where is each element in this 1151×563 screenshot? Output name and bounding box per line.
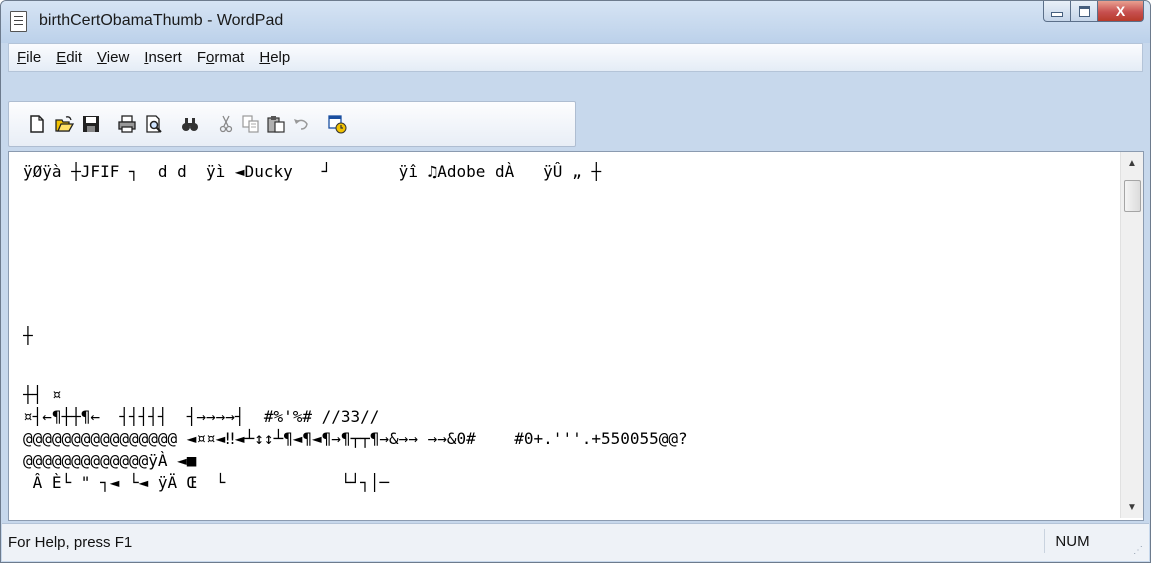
date-time-icon [328,115,347,134]
title-bar[interactable]: birthCertObamaThumb - WordPad X [1,1,1150,43]
menu-help[interactable]: Help [251,49,297,66]
minimize-button[interactable] [1043,1,1071,22]
scroll-up-icon[interactable]: ▲ [1121,152,1143,174]
open-button[interactable] [54,114,74,134]
print-preview-button[interactable] [144,114,164,134]
save-button[interactable] [81,114,101,134]
scroll-thumb[interactable] [1124,180,1141,212]
menu-edit[interactable]: Edit [48,49,89,66]
new-button[interactable] [27,114,47,134]
text-line: @@@@@@@@@@@@@ÿÀ ◄■ [23,451,197,470]
print-icon [118,115,136,133]
text-line: ┼ [23,326,33,345]
text-line: ┼┤ ¤ [23,385,62,404]
close-button[interactable]: X [1098,1,1144,22]
menu-bar: File Edit View Insert Format Help [8,43,1143,72]
new-icon [30,115,44,133]
scroll-down-icon[interactable]: ▼ [1121,496,1143,518]
find-button[interactable] [180,114,200,134]
maximize-icon [1078,5,1090,17]
print-preview-icon [146,115,162,133]
num-lock-indicator: NUM [1044,529,1100,553]
status-help-text: For Help, press F1 [8,534,133,551]
wordpad-window: birthCertObamaThumb - WordPad X File Edi… [0,0,1151,563]
toolbar [8,101,576,147]
copy-button[interactable] [241,114,261,134]
resize-grip-icon[interactable]: ⋰ [1133,545,1145,557]
undo-icon [294,119,308,130]
text-line: Â È└ " ┐◄ └◄ ÿÄ Œ └ └┘┐│─ [23,473,390,492]
document-text[interactable]: ÿØÿà ┼JFIF ┐ d d ÿì ◄Ducky ┘ ÿî ♫Adobe d… [23,162,1103,517]
caption-buttons: X [1043,1,1144,23]
paste-icon [267,116,285,133]
minimize-icon [1051,12,1063,17]
find-icon [182,118,198,131]
wordpad-app-icon[interactable] [10,11,27,32]
copy-icon [242,115,259,133]
text-line: ¤┤←¶┼┼¶← ┤┤┤┤┤ ┤→→→→┤ #%'%# //33// [23,407,380,426]
maximize-button[interactable] [1071,1,1098,22]
text-line: @@@@@@@@@@@@@@@@ ◄¤¤◄‼◄┴↕↕┴¶◄¶◄¶→¶┬┬¶→&→… [23,429,688,448]
undo-button[interactable] [291,114,311,134]
save-icon [83,116,99,132]
vertical-scrollbar[interactable]: ▲ ▼ [1120,152,1143,518]
menu-insert[interactable]: Insert [136,49,189,66]
paste-button[interactable] [266,114,286,134]
cut-icon [219,115,233,133]
menu-file[interactable]: File [9,49,48,66]
cut-button[interactable] [216,114,236,134]
close-icon: X [1115,3,1126,19]
open-icon [55,116,74,132]
window-title: birthCertObamaThumb - WordPad [39,12,284,29]
print-button[interactable] [117,114,137,134]
document-area[interactable]: ÿØÿà ┼JFIF ┐ d d ÿì ◄Ducky ┘ ÿî ♫Adobe d… [8,151,1144,521]
menu-format[interactable]: Format [189,49,252,66]
status-bar: For Help, press F1 NUM ⋰ [2,523,1149,561]
text-line: ÿØÿà ┼JFIF ┐ d d ÿì ◄Ducky ┘ ÿî ♫Adobe d… [23,162,601,181]
menu-view[interactable]: View [89,49,136,66]
date-time-button[interactable] [327,114,347,134]
